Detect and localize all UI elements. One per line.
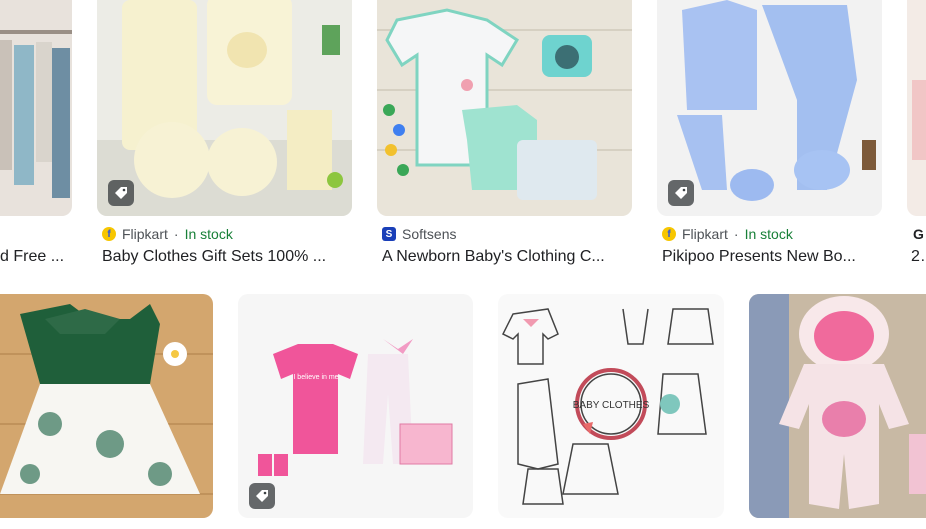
flipkart-logo-icon: f <box>102 227 116 241</box>
in-stock-label: In stock <box>184 226 233 242</box>
partial-thumbnail <box>907 0 926 216</box>
result-title-3[interactable]: Pikipoo Presents New Bo... <box>662 248 880 266</box>
image-result-pikipoo-set[interactable] <box>657 0 882 216</box>
shopping-tag-icon <box>108 180 134 206</box>
result-source-2[interactable]: S Softsens <box>382 226 456 242</box>
green-dress-thumbnail <box>0 294 213 518</box>
image-result-clothes-rack[interactable] <box>0 0 72 216</box>
svg-text:BABY CLOTHES: BABY CLOTHES <box>573 400 650 411</box>
flipkart-logo-icon: f <box>662 227 676 241</box>
image-result-baby-clothes-drawing[interactable]: BABY CLOTHES <box>498 294 724 518</box>
image-result-baby-gift-set[interactable] <box>97 0 352 216</box>
result-title-0[interactable]: d Free ... <box>0 248 70 266</box>
image-result-pink-onesie-set[interactable]: I believe in me <box>238 294 473 518</box>
shopping-tag-icon <box>249 483 275 509</box>
result-title-4[interactable]: 22 <box>911 248 926 266</box>
result-source-4[interactable]: G <box>913 226 924 242</box>
shopping-tag-icon <box>668 180 694 206</box>
pink-snowsuit-thumbnail <box>749 294 926 518</box>
image-result-newborn-clothing[interactable] <box>377 0 632 216</box>
svg-text:I believe in me: I believe in me <box>293 374 338 381</box>
softsens-logo-icon: S <box>382 227 396 241</box>
result-title-2[interactable]: A Newborn Baby's Clothing C... <box>382 248 632 266</box>
result-title-1[interactable]: Baby Clothes Gift Sets 100% ... <box>102 248 352 266</box>
newborn-clothing-thumbnail <box>377 0 632 216</box>
result-source-3[interactable]: f Flipkart · In stock <box>662 226 793 242</box>
image-result-pink-snowsuit[interactable] <box>749 294 926 518</box>
result-source-1[interactable]: f Flipkart · In stock <box>102 226 233 242</box>
baby-clothes-drawing-thumbnail: BABY CLOTHES <box>498 294 724 518</box>
clothes-rack-thumbnail <box>0 0 72 216</box>
image-result-green-dress[interactable] <box>0 294 213 518</box>
image-result-partial-right[interactable] <box>907 0 926 216</box>
in-stock-label: In stock <box>744 226 793 242</box>
baby-gift-set-thumbnail <box>97 0 352 216</box>
